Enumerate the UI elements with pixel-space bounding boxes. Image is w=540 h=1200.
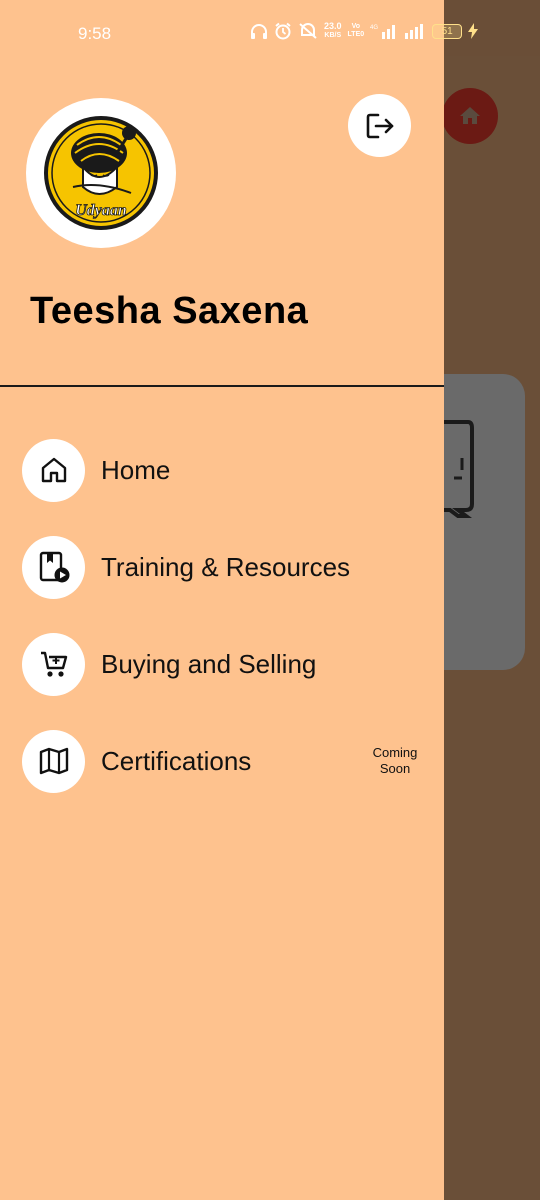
menu-icon-circle [22, 632, 85, 696]
menu-label-buying-selling: Buying and Selling [101, 648, 317, 679]
menu-item-training-resources[interactable]: Training & Resources [22, 535, 432, 599]
headphones-icon [251, 24, 267, 39]
background-home-button[interactable] [442, 88, 498, 144]
menu-icon-circle [22, 535, 85, 599]
profile-avatar[interactable]: Udyaan [26, 98, 176, 248]
udyaan-logo: Udyaan [44, 116, 158, 230]
status-time: 9:58 [78, 24, 112, 43]
coming-soon-badge: Coming Soon [372, 745, 418, 776]
battery-indicator: 51 [432, 23, 463, 39]
divider [0, 385, 444, 387]
menu-icon-circle [22, 438, 85, 502]
svg-text:Udyaan: Udyaan [75, 202, 127, 219]
book-play-icon [39, 551, 69, 583]
menu-label-certifications: Certifications [101, 745, 252, 776]
volte-indicator: Vo LTE0 [347, 23, 365, 38]
navigation-drawer: Udyaan Teesha Saxena Home Training & Res… [0, 56, 444, 1200]
user-name: Teesha Saxena [30, 290, 309, 332]
signal-2-icon [405, 24, 424, 39]
signal-icon: 4G [370, 25, 396, 39]
status-icons: 23.0 KB/S Vo LTE0 4G 51 [250, 21, 479, 40]
menu-label-home: Home [101, 454, 171, 485]
menu-icon-circle [22, 729, 85, 793]
menu-item-certifications[interactable]: Certifications Coming Soon [22, 729, 432, 793]
cart-icon [40, 651, 67, 677]
charging-icon [468, 23, 479, 39]
menu-label-training-resources: Training & Resources [101, 551, 351, 582]
logout-icon [366, 113, 393, 138]
menu-item-buying-selling[interactable]: Buying and Selling [22, 632, 432, 696]
menu-item-home[interactable]: Home [22, 438, 432, 502]
alarm-icon [275, 22, 291, 40]
mute-icon [299, 23, 317, 39]
logout-button[interactable] [348, 94, 411, 157]
home-icon [41, 457, 66, 483]
home-filled-icon [460, 107, 480, 124]
network-speed: 23.0 KB/S [324, 21, 342, 40]
map-icon [39, 747, 68, 775]
svg-text:4G: 4G [370, 25, 378, 31]
